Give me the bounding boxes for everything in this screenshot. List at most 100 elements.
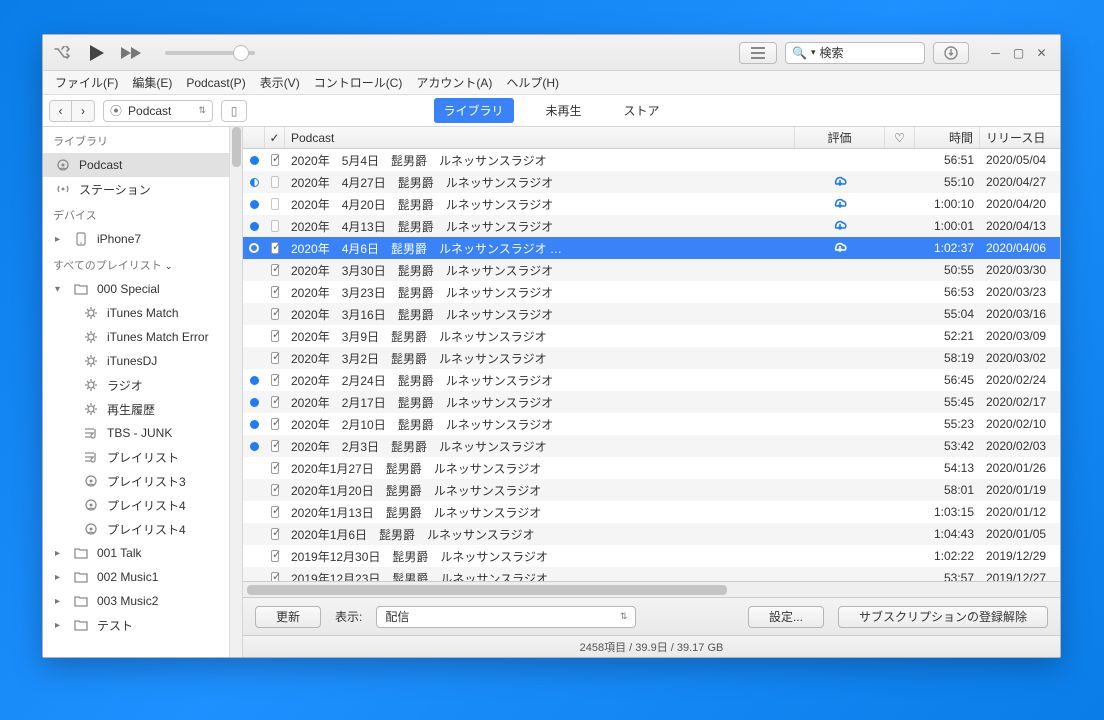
table-row[interactable]: 2020年 4月27日 髭男爵 ルネッサンスラジオ55:102020/04/27: [243, 171, 1060, 193]
cloud-download-icon[interactable]: [831, 195, 849, 213]
disclosure-triangle-icon[interactable]: ▸: [55, 234, 65, 245]
download-cell[interactable]: [795, 215, 885, 237]
love-cell[interactable]: [885, 479, 915, 501]
device-button[interactable]: ▯: [221, 100, 247, 122]
sidebar-heading[interactable]: すべてのプレイリスト ⌄: [43, 251, 229, 277]
love-cell[interactable]: [885, 457, 915, 479]
disclosure-triangle-icon[interactable]: ▾: [55, 284, 65, 295]
sidebar-item[interactable]: プレイリスト4: [43, 517, 229, 541]
show-selector[interactable]: 配信 ⇅: [376, 606, 636, 628]
col-podcast[interactable]: Podcast: [285, 127, 795, 148]
row-checkbox[interactable]: [265, 215, 285, 237]
download-cell[interactable]: [795, 369, 885, 391]
nav-forward-button[interactable]: ›: [72, 101, 94, 121]
download-cell[interactable]: [795, 303, 885, 325]
row-checkbox[interactable]: [265, 457, 285, 479]
table-row[interactable]: 2019年12月23日 髭男爵 ルネッサンスラジオ53:572019/12/27: [243, 567, 1060, 581]
row-checkbox[interactable]: [265, 391, 285, 413]
sidebar-item[interactable]: iTunes Match Error: [43, 325, 229, 349]
table-row[interactable]: 2020年 3月16日 髭男爵 ルネッサンスラジオ55:042020/03/16: [243, 303, 1060, 325]
row-checkbox[interactable]: [265, 545, 285, 567]
col-check[interactable]: ✓: [265, 127, 285, 148]
row-checkbox[interactable]: [265, 435, 285, 457]
table-row[interactable]: 2020年 3月23日 髭男爵 ルネッサンスラジオ56:532020/03/23: [243, 281, 1060, 303]
col-rating[interactable]: 評価: [795, 127, 885, 148]
love-cell[interactable]: [885, 413, 915, 435]
sidebar-item[interactable]: iTunesDJ: [43, 349, 229, 373]
love-cell[interactable]: [885, 171, 915, 193]
row-checkbox[interactable]: [265, 523, 285, 545]
row-checkbox[interactable]: [265, 303, 285, 325]
tab-store[interactable]: ストア: [614, 98, 670, 123]
horizontal-scrollbar[interactable]: [243, 581, 1060, 597]
tab-unplayed[interactable]: 未再生: [535, 98, 591, 123]
table-row[interactable]: 2020年 2月24日 髭男爵 ルネッサンスラジオ56:452020/02/24: [243, 369, 1060, 391]
love-cell[interactable]: [885, 259, 915, 281]
download-cell[interactable]: [795, 567, 885, 581]
sidebar-item[interactable]: プレイリスト3: [43, 469, 229, 493]
love-cell[interactable]: [885, 501, 915, 523]
sidebar-item[interactable]: ▸003 Music2: [43, 589, 229, 613]
download-cell[interactable]: [795, 523, 885, 545]
love-cell[interactable]: [885, 303, 915, 325]
download-cell[interactable]: [795, 325, 885, 347]
table-row[interactable]: 2020年1月27日 髭男爵 ルネッサンスラジオ54:132020/01/26: [243, 457, 1060, 479]
download-cell[interactable]: [795, 281, 885, 303]
download-cell[interactable]: [795, 171, 885, 193]
download-cell[interactable]: [795, 237, 885, 259]
row-checkbox[interactable]: [265, 193, 285, 215]
col-love[interactable]: ♡: [885, 127, 915, 148]
sidebar-item[interactable]: Podcast: [43, 153, 229, 177]
cloud-download-icon[interactable]: [831, 217, 849, 235]
love-cell[interactable]: [885, 435, 915, 457]
list-view-button[interactable]: [739, 42, 777, 64]
love-cell[interactable]: [885, 237, 915, 259]
row-checkbox[interactable]: [265, 369, 285, 391]
cloud-download-icon[interactable]: [831, 239, 849, 257]
row-checkbox[interactable]: [265, 501, 285, 523]
nav-back-button[interactable]: ‹: [50, 101, 72, 121]
sidebar-item[interactable]: iTunes Match: [43, 301, 229, 325]
row-checkbox[interactable]: [265, 325, 285, 347]
col-time[interactable]: 時間: [915, 127, 980, 148]
download-cell[interactable]: [795, 413, 885, 435]
close-button[interactable]: ✕: [1035, 46, 1048, 59]
sidebar-item[interactable]: TBS - JUNK: [43, 421, 229, 445]
download-cell[interactable]: [795, 457, 885, 479]
love-cell[interactable]: [885, 369, 915, 391]
love-cell[interactable]: [885, 545, 915, 567]
table-row[interactable]: 2020年 4月6日 髭男爵 ルネッサンスラジオ …1:02:372020/04…: [243, 237, 1060, 259]
table-row[interactable]: 2020年1月6日 髭男爵 ルネッサンスラジオ1:04:432020/01/05: [243, 523, 1060, 545]
love-cell[interactable]: [885, 391, 915, 413]
love-cell[interactable]: [885, 193, 915, 215]
row-checkbox[interactable]: [265, 413, 285, 435]
shuffle-icon[interactable]: [49, 41, 77, 65]
update-button[interactable]: 更新: [255, 606, 321, 628]
menu-item[interactable]: 表示(V): [254, 72, 306, 93]
sidebar-item[interactable]: ▸iPhone7: [43, 227, 229, 251]
sidebar-item[interactable]: プレイリスト4: [43, 493, 229, 517]
tab-library[interactable]: ライブラリ: [433, 98, 513, 123]
fast-forward-button[interactable]: [117, 41, 145, 65]
row-checkbox[interactable]: [265, 479, 285, 501]
download-cell[interactable]: [795, 149, 885, 171]
row-checkbox[interactable]: [265, 171, 285, 193]
row-checkbox[interactable]: [265, 281, 285, 303]
download-cell[interactable]: [795, 501, 885, 523]
play-button[interactable]: [83, 41, 111, 65]
menu-item[interactable]: ヘルプ(H): [500, 72, 565, 93]
unsubscribe-button[interactable]: サブスクリプションの登録解除: [838, 606, 1048, 628]
sidebar-item[interactable]: ▸002 Music1: [43, 565, 229, 589]
row-checkbox[interactable]: [265, 347, 285, 369]
sidebar-item[interactable]: ▸テスト: [43, 613, 229, 637]
table-row[interactable]: 2020年 2月10日 髭男爵 ルネッサンスラジオ55:232020/02/10: [243, 413, 1060, 435]
download-cell[interactable]: [795, 435, 885, 457]
table-row[interactable]: 2020年 4月13日 髭男爵 ルネッサンスラジオ1:00:012020/04/…: [243, 215, 1060, 237]
sidebar-item[interactable]: ステーション: [43, 177, 229, 201]
row-checkbox[interactable]: [265, 259, 285, 281]
table-row[interactable]: 2020年 3月30日 髭男爵 ルネッサンスラジオ50:552020/03/30: [243, 259, 1060, 281]
row-checkbox[interactable]: [265, 567, 285, 581]
menu-item[interactable]: 編集(E): [126, 72, 178, 93]
love-cell[interactable]: [885, 149, 915, 171]
disclosure-triangle-icon[interactable]: ▸: [55, 548, 65, 559]
